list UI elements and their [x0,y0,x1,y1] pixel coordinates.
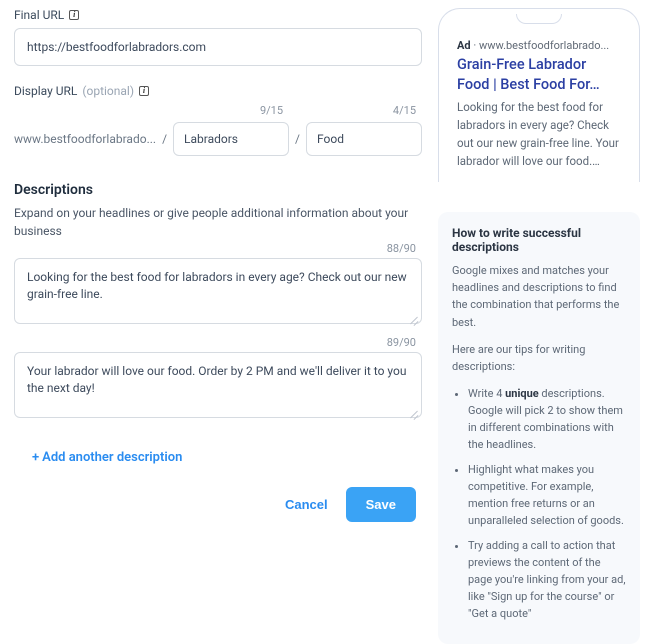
display-url-label: Display URL [14,84,77,98]
description-counter: 88/90 [387,242,416,255]
tips-intro: Google mixes and matches your headlines … [452,262,626,330]
tips-item: Highlight what makes you competitive. Fo… [468,461,626,529]
ad-preview-phone: Ad · www.bestfoodforlabrado... Grain-Fre… [438,8,640,182]
final-url-label: Final URL [14,8,64,22]
final-url-input[interactable] [14,28,422,66]
description-textarea-1[interactable] [14,258,422,324]
ad-preview-description: Looking for the best food for labradors … [457,99,621,170]
add-description-label: Add another description [42,450,182,465]
save-button[interactable]: Save [346,487,416,522]
plus-icon: + [32,450,39,465]
tips-item: Try adding a call to action that preview… [468,537,626,622]
display-url-base: www.bestfoodforlabrado... [14,132,156,146]
tips-title: How to write successful descriptions [452,226,626,254]
description-textarea-2[interactable] [14,352,422,418]
add-description-button[interactable]: + Add another description [32,450,182,465]
info-icon[interactable]: i [69,10,79,20]
tips-lead: Here are our tips for writing descriptio… [452,341,626,375]
phone-notch-icon [516,14,562,24]
ad-preview-title: Grain-Free Labrador Food | Best Food For… [457,55,621,94]
slash-divider: / [162,132,167,146]
cancel-button[interactable]: Cancel [285,497,328,512]
ad-url-line: Ad · www.bestfoodforlabrado... [457,39,621,52]
slash-divider: / [295,132,300,146]
info-icon[interactable]: i [139,86,149,96]
path1-input[interactable] [173,122,289,156]
path2-input[interactable] [306,122,422,156]
tips-item: Write 4 unique descriptions. Google will… [468,385,626,453]
descriptions-heading: Descriptions [14,182,422,198]
path2-counter: 4/15 [393,104,416,117]
tips-panel: How to write successful descriptions Goo… [438,212,640,644]
description-counter: 89/90 [387,336,416,349]
descriptions-subtitle: Expand on your headlines or give people … [14,204,422,240]
optional-label: (optional) [82,84,134,98]
path1-counter: 9/15 [260,104,283,117]
